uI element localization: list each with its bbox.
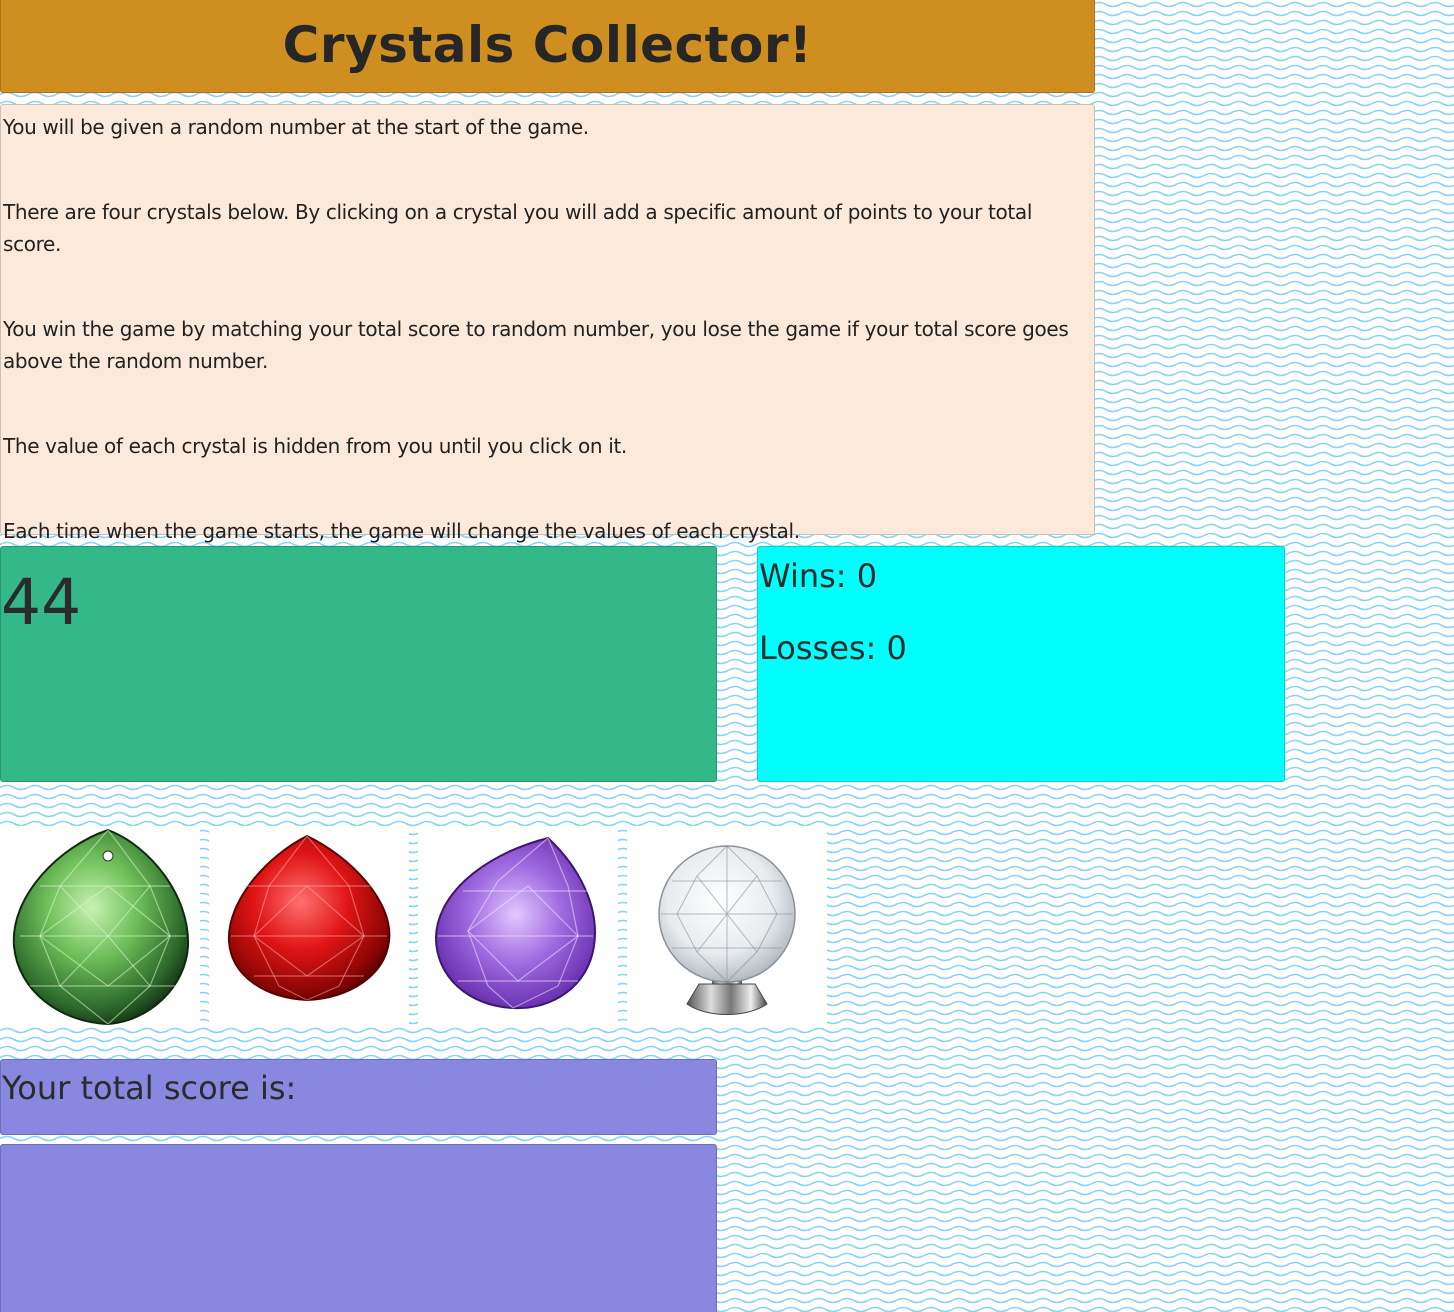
purple-crystal-icon xyxy=(434,836,596,1010)
instructions-panel: You will be given a random number at the… xyxy=(0,104,1095,543)
clear-crystal-button[interactable] xyxy=(627,826,827,1026)
purple-crystal-button[interactable] xyxy=(418,826,618,1026)
score-label-panel: Your total score is: xyxy=(0,1059,717,1135)
target-number: 44 xyxy=(1,566,82,639)
target-number-panel: 44 xyxy=(0,546,717,782)
page-title: Crystals Collector! xyxy=(282,15,813,74)
red-crystal-button[interactable] xyxy=(209,826,409,1026)
wins-counter: Wins: 0 xyxy=(759,557,878,595)
green-crystal-icon xyxy=(12,828,190,1026)
instruction-line: The value of each crystal is hidden from… xyxy=(3,434,627,458)
instruction-line: Each time when the game starts, the game… xyxy=(3,519,800,543)
green-crystal-button[interactable] xyxy=(0,826,200,1026)
instruction-line: You win the game by matching your total … xyxy=(3,317,1069,373)
red-crystal-icon xyxy=(227,834,391,1002)
score-label: Your total score is: xyxy=(2,1069,297,1107)
losses-counter: Losses: 0 xyxy=(759,629,907,667)
header-banner: Crystals Collector! xyxy=(0,0,1095,93)
stats-panel: Wins: 0 Losses: 0 xyxy=(757,546,1285,782)
score-panel xyxy=(0,1144,717,1312)
clear-crystal-icon xyxy=(658,845,796,1015)
instruction-line: There are four crystals below. By clicki… xyxy=(3,200,1033,256)
instruction-line: You will be given a random number at the… xyxy=(3,115,589,139)
